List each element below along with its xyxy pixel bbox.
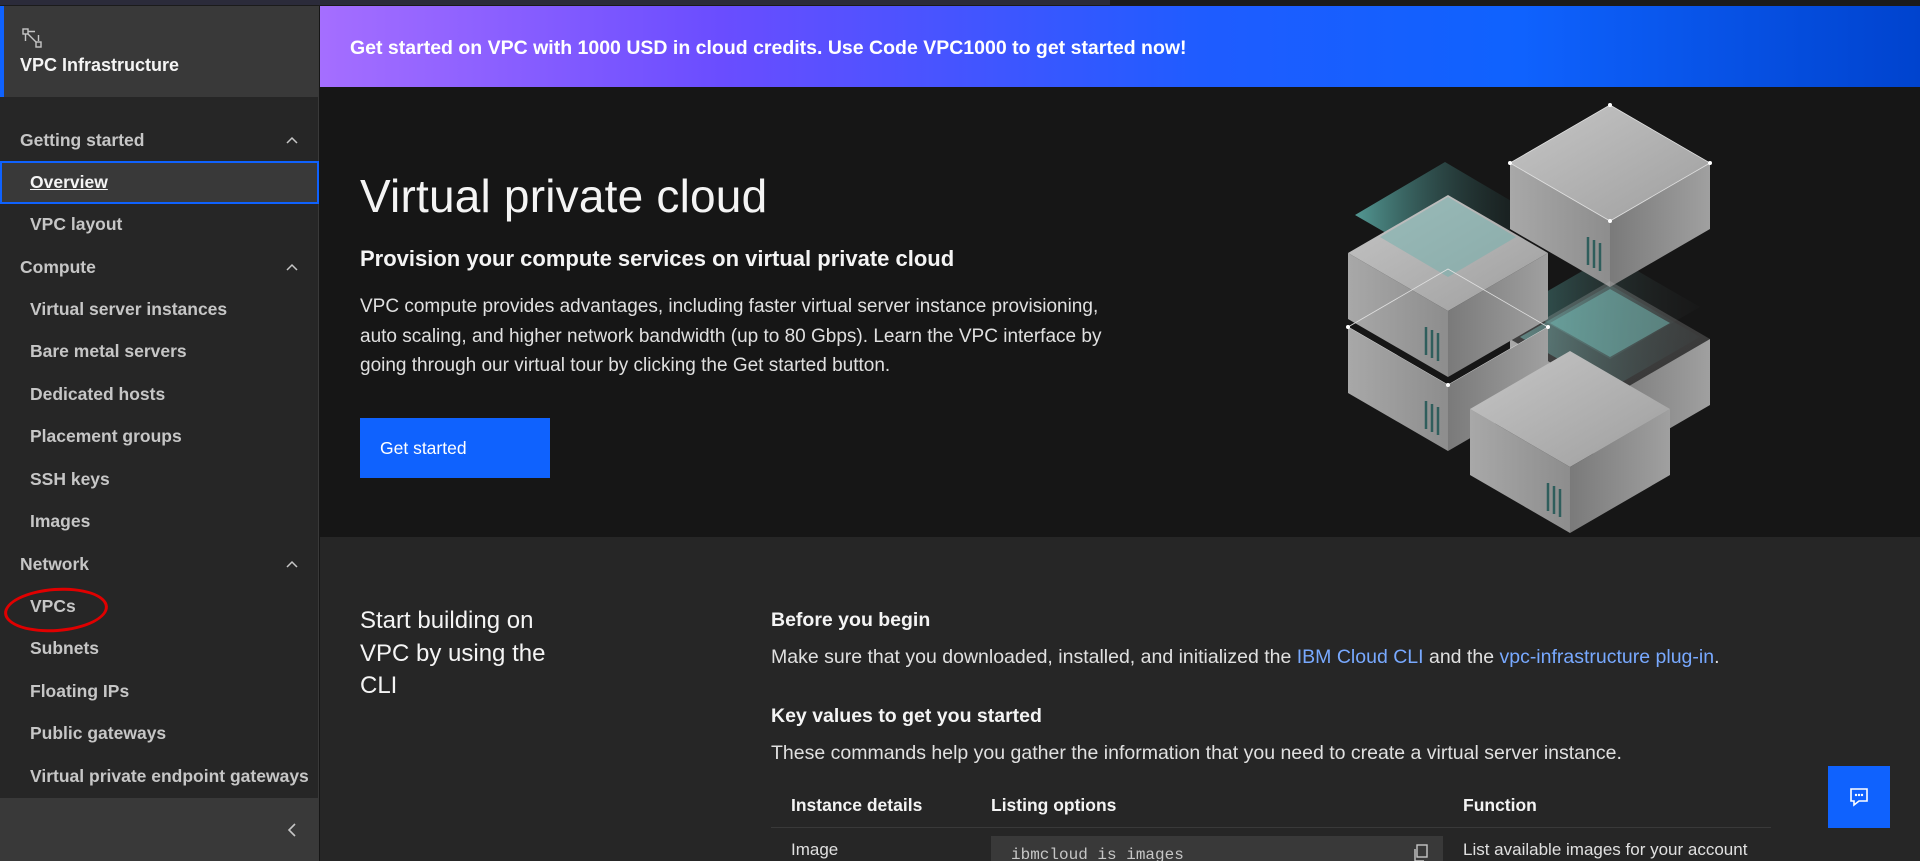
nav-section-getting-started[interactable]: Getting started: [0, 119, 319, 161]
nav-section-label: Getting started: [20, 129, 145, 150]
nav-section-compute[interactable]: Compute: [0, 246, 319, 288]
key-values-table: Instance details Listing options Functio…: [771, 782, 1771, 861]
column-header-listing-options: Listing options: [991, 795, 1117, 815]
sidebar-item-ssh-keys[interactable]: SSH keys: [0, 458, 319, 501]
main-content: Get started on VPC with 1000 USD in clou…: [320, 6, 1920, 861]
cli-lead-heading: Start building on VPC by using the CLI: [360, 607, 546, 699]
hero-subtitle: Provision your compute services on virtu…: [360, 246, 955, 271]
key-values-description: These commands help you gather the infor…: [771, 742, 1622, 764]
chat-icon: [1850, 788, 1868, 807]
sidebar-item-placement-groups[interactable]: Placement groups: [0, 416, 319, 459]
before-you-begin-text: Make sure that you downloaded, installed…: [771, 646, 1719, 669]
sidebar-title: VPC Infrastructure: [20, 55, 180, 75]
column-header-function: Function: [1463, 795, 1537, 815]
top-strip-segment: [0, 0, 1110, 5]
ibm-cloud-cli-link[interactable]: IBM Cloud CLI: [1297, 646, 1424, 668]
sidebar-item-subnets[interactable]: Subnets: [0, 628, 319, 671]
sidebar-item-dedicated-hosts[interactable]: Dedicated hosts: [0, 373, 319, 416]
sidebar-item-floating-ips[interactable]: Floating IPs: [0, 670, 319, 713]
before-text-middle: and the: [1423, 646, 1500, 668]
vpc-logo-icon: [22, 28, 42, 48]
sidebar-item-virtual-server-instances[interactable]: Virtual server instances: [0, 288, 319, 331]
sidebar-footer: [0, 798, 319, 861]
command-text: ibmcloud is images: [1011, 846, 1184, 861]
column-header-instance-details: Instance details: [791, 795, 923, 815]
vpc-infrastructure-plugin-link[interactable]: vpc-infrastructure plug-in: [1499, 646, 1714, 668]
sidebar-item-virtual-private-endpoint-gateways[interactable]: Virtual private endpoint gateways: [0, 755, 319, 795]
key-values-heading: Key values to get you started: [771, 705, 1042, 727]
sidebar: VPC Infrastructure Getting started Overv…: [0, 6, 319, 861]
cli-section: Start building on VPC by using the CLI B…: [320, 537, 1920, 861]
get-started-button[interactable]: Get started: [360, 418, 550, 478]
chat-button[interactable]: [1828, 766, 1890, 828]
function-cell: List available images for your account: [1463, 840, 1748, 859]
instance-detail-cell: Image: [791, 840, 839, 859]
chevron-up-icon: [286, 136, 298, 144]
code-snippet: ibmcloud is images: [991, 836, 1443, 861]
nav-section-label: Compute: [20, 256, 96, 277]
nav-section-network[interactable]: Network: [0, 543, 319, 585]
vpc-servers-illustration: [1346, 103, 1712, 533]
page-title: Virtual private cloud: [360, 170, 768, 222]
chevron-left-icon[interactable]: [285, 822, 299, 838]
before-text-suffix: .: [1714, 646, 1720, 668]
table-header: Instance details Listing options Functio…: [771, 782, 1771, 828]
chevron-up-icon: [286, 560, 298, 568]
sidebar-header: VPC Infrastructure: [0, 6, 319, 97]
sidebar-item-images[interactable]: Images: [0, 501, 319, 544]
sidebar-nav: Getting started Overview VPC layout Comp…: [0, 119, 319, 795]
sidebar-item-overview[interactable]: Overview: [0, 161, 319, 204]
before-you-begin-heading: Before you begin: [771, 609, 931, 631]
sidebar-item-vpcs[interactable]: VPCs: [0, 585, 319, 628]
promo-banner-text: Get started on VPC with 1000 USD in clou…: [350, 37, 1187, 59]
before-text-prefix: Make sure that you downloaded, installed…: [771, 646, 1297, 668]
hero-description: VPC compute provides advantages, includi…: [360, 296, 1102, 376]
chevron-up-icon: [286, 263, 298, 271]
sidebar-item-vpc-layout[interactable]: VPC layout: [0, 204, 319, 247]
copy-icon[interactable]: [1413, 844, 1429, 861]
nav-section-label: Network: [20, 553, 90, 574]
hero-section: Virtual private cloud Provision your com…: [320, 87, 1920, 537]
table-row: Image ibmcloud is images List available …: [771, 828, 1771, 861]
sidebar-item-bare-metal-servers[interactable]: Bare metal servers: [0, 331, 319, 374]
promo-banner: Get started on VPC with 1000 USD in clou…: [320, 6, 1920, 87]
sidebar-item-public-gateways[interactable]: Public gateways: [0, 713, 319, 756]
